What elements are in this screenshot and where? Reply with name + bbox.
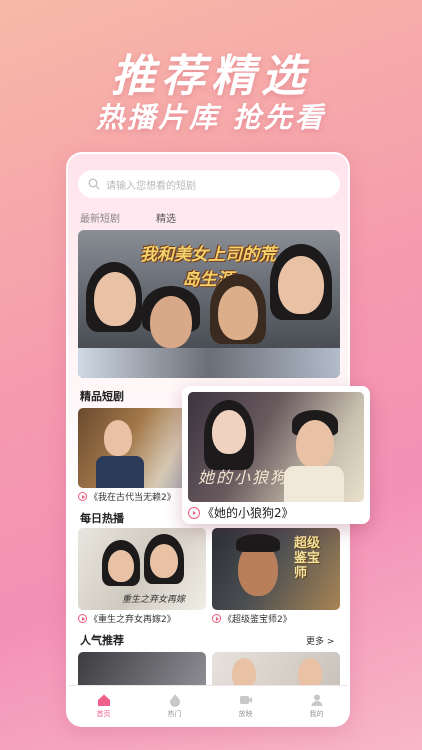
featured-card-1-caption[interactable]: 《我在古代当无赖2》 [78, 490, 176, 503]
featured-popout-card[interactable]: 她的小狼狗 《她的小狼狗2》 [182, 386, 370, 524]
play-icon [78, 492, 87, 501]
more-link[interactable]: 更多 > [306, 634, 334, 647]
hero-subtitle: 热播片库 抢先看 [96, 101, 326, 134]
popout-poster: 她的小狼狗 [188, 392, 364, 502]
bottom-nav: 首页 热门 放映 我的 [68, 685, 348, 725]
section-title-popular: 人气推荐 [80, 634, 124, 647]
nav-hot[interactable]: 热门 [168, 693, 182, 719]
video-icon [239, 695, 252, 704]
play-icon [188, 506, 200, 519]
daily-card-1-poster-title: 重生之弃女再嫁 [122, 595, 186, 605]
search-icon [88, 178, 100, 190]
daily-card-1-poster[interactable]: 重生之弃女再嫁 [78, 528, 206, 610]
play-icon [78, 614, 87, 623]
tab-featured[interactable]: 精选 [156, 210, 176, 225]
tab-latest[interactable]: 最新短剧 [80, 210, 120, 225]
play-icon [212, 614, 221, 623]
user-icon [311, 694, 322, 706]
popout-poster-title: 她的小狼狗 [198, 468, 289, 487]
popout-caption[interactable]: 《她的小狼狗2》 [188, 504, 294, 521]
search-input[interactable]: 请输入您想看的短剧 [78, 170, 340, 198]
tab-bar: 最新短剧 精选 [80, 210, 176, 225]
nav-home[interactable]: 首页 [97, 693, 111, 719]
nav-theater[interactable]: 放映 [239, 693, 253, 719]
daily-card-1-caption[interactable]: 《重生之弃女再嫁2》 [78, 612, 176, 625]
section-title-featured: 精品短剧 [80, 390, 124, 403]
hero-title: 推荐精选 [111, 51, 311, 102]
fire-icon [169, 693, 180, 707]
daily-card-2-caption[interactable]: 《超级鉴宝师2》 [212, 612, 292, 625]
daily-card-2-poster[interactable]: 超级鉴宝师 [212, 528, 340, 610]
banner[interactable]: 我和美女上司的荒岛生涯 [78, 230, 340, 378]
section-title-daily: 每日热播 [80, 512, 124, 525]
daily-card-2-poster-title: 超级鉴宝师 [294, 536, 321, 581]
nav-profile[interactable]: 我的 [310, 693, 324, 719]
home-icon [97, 694, 110, 706]
search-placeholder: 请输入您想看的短剧 [106, 180, 196, 192]
